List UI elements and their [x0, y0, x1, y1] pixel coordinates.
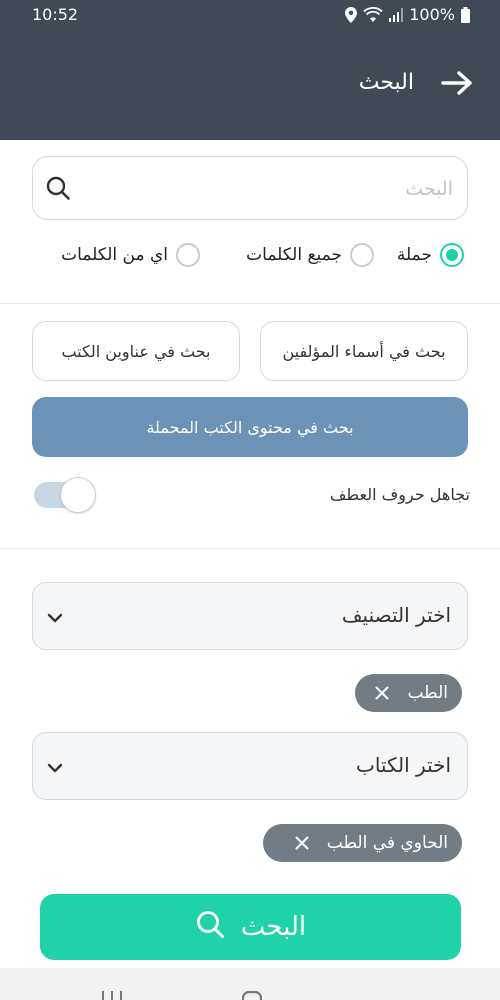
location-icon [345, 6, 358, 23]
close-icon[interactable] [375, 686, 389, 700]
book-chip: الحاوي في الطب [263, 824, 462, 862]
radio-circle [176, 243, 200, 267]
status-icons: 100% [345, 5, 470, 24]
divider [0, 303, 500, 304]
battery-icon [461, 6, 470, 23]
search-authors-button[interactable]: بحث في أسماء المؤلفين [260, 321, 468, 381]
system-nav-bar [0, 968, 500, 1000]
chevron-down-icon [47, 759, 63, 778]
close-icon[interactable] [295, 836, 309, 850]
toggle-knob [60, 477, 96, 513]
radio-circle-selected [440, 243, 464, 267]
search-box [32, 156, 468, 220]
book-select[interactable]: اختر الكتاب [32, 732, 468, 800]
book-select-value: اختر الكتاب [356, 753, 451, 777]
submit-search-button[interactable]: البحث [40, 894, 461, 960]
category-chip: الطب [355, 674, 462, 712]
category-select[interactable]: اختر التصنيف [32, 582, 468, 650]
signal-icon [389, 7, 404, 22]
status-time: 10:52 [32, 5, 79, 24]
search-content-button[interactable]: بحث في محتوى الكتب المحملة [32, 397, 468, 457]
search-icon [195, 909, 225, 946]
app-bar: البحث [0, 30, 500, 140]
back-arrow-icon[interactable] [438, 68, 476, 98]
ignore-conjunctions-label: تجاهل حروف العطف [329, 485, 470, 504]
battery-percent: 100% [409, 5, 455, 24]
submit-search-label: البحث [240, 912, 307, 942]
radio-any-words[interactable]: اي من الكلمات [61, 240, 200, 270]
search-titles-button[interactable]: بحث في عناوين الكتب [32, 321, 240, 381]
radio-label: جملة [396, 245, 432, 265]
search-icon[interactable] [45, 175, 71, 205]
radio-label: جميع الكلمات [246, 245, 342, 265]
radio-all-words[interactable]: جميع الكلمات [246, 240, 374, 270]
ignore-conjunctions-toggle[interactable] [34, 476, 98, 514]
wifi-icon [363, 6, 383, 23]
chevron-down-icon [47, 609, 63, 628]
divider [0, 548, 500, 549]
status-bar: 10:52 100% [0, 0, 500, 30]
page-title: البحث [358, 70, 414, 95]
home-icon[interactable] [241, 988, 263, 1000]
radio-label: اي من الكلمات [61, 245, 168, 265]
radio-circle [350, 243, 374, 267]
chip-label: الطب [407, 683, 448, 703]
radio-phrase[interactable]: جملة [397, 240, 464, 270]
category-select-value: اختر التصنيف [341, 603, 451, 627]
recent-apps-icon[interactable] [100, 988, 124, 1000]
match-mode-group: جملة جميع الكلمات اي من الكلمات [0, 240, 500, 270]
chip-label: الحاوي في الطب [326, 833, 448, 853]
search-input[interactable] [93, 169, 453, 209]
